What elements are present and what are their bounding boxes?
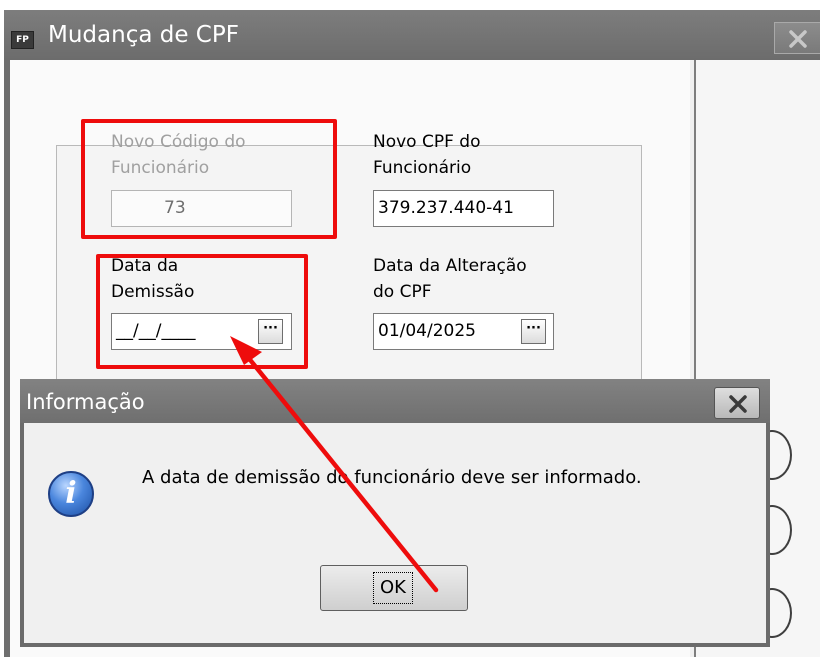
annotation-arrow — [230, 336, 439, 593]
